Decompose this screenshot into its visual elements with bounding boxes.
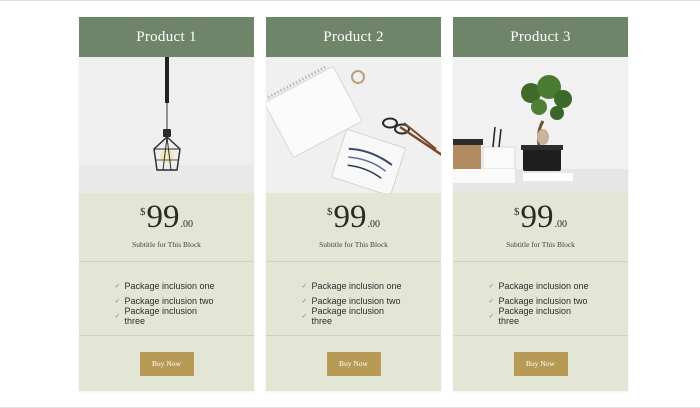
check-icon: ✓ bbox=[301, 297, 308, 305]
feature-list: ✓ Package inclusion one ✓ Package inclusio… bbox=[79, 262, 254, 336]
card-action: Buy Now bbox=[453, 336, 628, 391]
price-amount: 99 bbox=[520, 199, 554, 235]
check-icon: ✓ bbox=[114, 312, 121, 320]
list-item: ✓ Package inclusion one bbox=[114, 280, 215, 291]
card-title: Product 2 bbox=[266, 17, 441, 57]
check-icon: ✓ bbox=[114, 297, 121, 305]
list-item: ✓ Package inclusion three bbox=[114, 305, 198, 326]
card-action: Buy Now bbox=[266, 336, 441, 391]
price-currency: $ bbox=[140, 206, 146, 218]
price-amount: 99 bbox=[146, 199, 180, 235]
buy-now-button[interactable]: Buy Now bbox=[513, 351, 568, 376]
price: $99.00 bbox=[453, 201, 628, 234]
check-icon: ✓ bbox=[488, 282, 495, 290]
price: $99.00 bbox=[79, 201, 254, 234]
price: $99.00 bbox=[266, 201, 441, 234]
buy-now-button[interactable]: Buy Now bbox=[326, 351, 381, 376]
pricing-cards: Product 1 $99.00 Subtitle for This Block bbox=[79, 17, 628, 391]
price-currency: $ bbox=[514, 206, 520, 218]
pricing-card-product-1: Product 1 $99.00 Subtitle for This Block bbox=[79, 17, 254, 391]
check-icon: ✓ bbox=[301, 312, 308, 320]
price-subtitle: Subtitle for This Block bbox=[132, 240, 201, 249]
check-icon: ✓ bbox=[488, 297, 495, 305]
price-currency: $ bbox=[327, 206, 333, 218]
list-item: ✓ Package inclusion three bbox=[301, 305, 385, 326]
pricing-card-product-2: Product 2 $99.00 Subtitle for This Block… bbox=[266, 17, 441, 391]
notebook-and-scissors-photo bbox=[266, 57, 441, 193]
buy-now-button[interactable]: Buy Now bbox=[139, 351, 194, 376]
price-amount: 99 bbox=[333, 199, 367, 235]
card-title: Product 3 bbox=[453, 17, 628, 57]
price-block: $99.00 Subtitle for This Block bbox=[79, 193, 254, 262]
check-icon: ✓ bbox=[488, 312, 495, 320]
list-item: ✓ Package inclusion three bbox=[488, 305, 572, 326]
list-item: ✓ Package inclusion one bbox=[488, 280, 589, 291]
price-block: $99.00 Subtitle for This Block bbox=[453, 193, 628, 262]
price-cents: .00 bbox=[180, 219, 194, 230]
check-icon: ✓ bbox=[114, 282, 121, 290]
list-item: ✓ Package inclusion one bbox=[301, 280, 402, 291]
price-block: $99.00 Subtitle for This Block bbox=[266, 193, 441, 262]
price-subtitle: Subtitle for This Block bbox=[319, 240, 388, 249]
pricing-card-product-3: Product 3 $99.00 Subtitle for This Block… bbox=[453, 17, 628, 391]
bonsai-desk-photo bbox=[453, 57, 628, 193]
check-icon: ✓ bbox=[301, 282, 308, 290]
card-title: Product 1 bbox=[79, 17, 254, 57]
feature-list: ✓ Package inclusion one ✓ Package inclusio… bbox=[266, 262, 441, 336]
price-subtitle: Subtitle for This Block bbox=[506, 240, 575, 249]
pendant-lamp-photo bbox=[79, 57, 254, 193]
card-action: Buy Now bbox=[79, 336, 254, 391]
feature-list: ✓ Package inclusion one ✓ Package inclusio… bbox=[453, 262, 628, 336]
price-cents: .00 bbox=[554, 219, 568, 230]
price-cents: .00 bbox=[367, 219, 381, 230]
